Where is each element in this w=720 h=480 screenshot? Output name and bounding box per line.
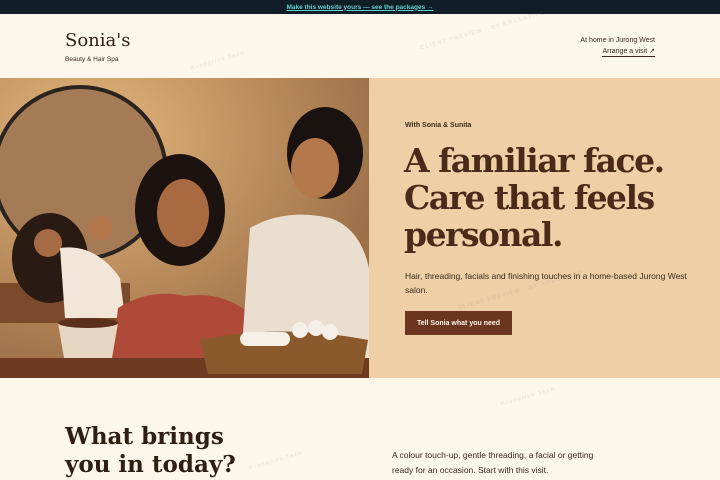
announcement-bar: Make this website yours — see the packag… [0, 0, 720, 14]
hero-section: With Sonia & Sunita A familiar face. Car… [0, 78, 720, 378]
section-title: What brings you in today? [65, 423, 236, 479]
headline-line-1: A familiar face. [404, 141, 665, 180]
brand-name[interactable]: Sonia's [65, 30, 130, 51]
section-title-line-2: you in today? [65, 451, 236, 478]
section-title-line-1: What brings [65, 423, 224, 450]
watermark-brand: Kreeative Tech [248, 450, 304, 472]
section-text: A colour touch-up, gentle threading, a f… [392, 450, 594, 475]
watermark-brand: Kreeative Tech [500, 386, 556, 408]
arrange-visit-link[interactable]: Arrange a visit ↗ [602, 47, 655, 57]
packages-link[interactable]: Make this website yours — see the packag… [286, 4, 433, 11]
hero-lead: Hair, threading, facials and finishing t… [405, 271, 687, 295]
hero-headline: A familiar face. Care that feels persona… [404, 142, 704, 253]
site-header: Sonia's Beauty & Hair Spa At home in Jur… [0, 14, 720, 78]
location-text: At home in Jurong West [580, 37, 655, 44]
brand-tagline: Beauty & Hair Spa [65, 56, 119, 63]
hero-eyebrow: With Sonia & Sunita [405, 122, 472, 129]
salon-scene-illustration [0, 78, 369, 378]
contact-cta-button[interactable]: Tell Sonia what you need [405, 311, 512, 335]
headline-line-3: personal. [404, 215, 563, 254]
hero-photo [0, 78, 369, 378]
hero-panel: With Sonia & Sunita A familiar face. Car… [369, 78, 720, 378]
headline-line-2: Care that feels [404, 178, 655, 217]
